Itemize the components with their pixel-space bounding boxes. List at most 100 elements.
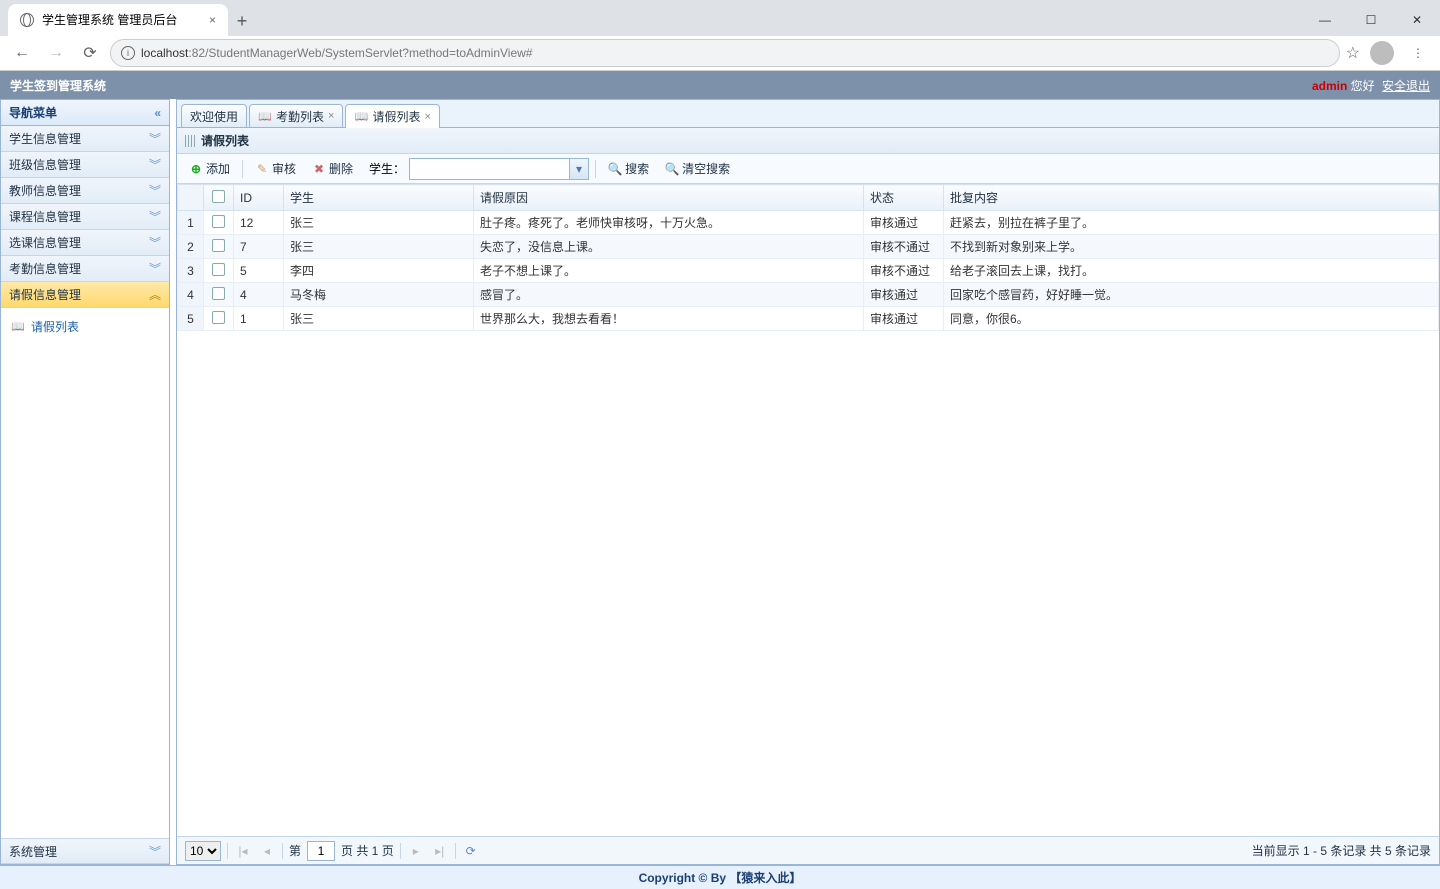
cell-reply: 回家吃个感冒药，好好睡一觉。	[944, 283, 1439, 307]
site-info-icon[interactable]: i	[121, 46, 135, 60]
sidebar-body: 请假列表	[1, 308, 169, 838]
row-checkbox[interactable]	[204, 211, 234, 235]
next-page-button[interactable]: ▸	[407, 842, 425, 860]
row-checkbox[interactable]	[204, 259, 234, 283]
content-area: 欢迎使用考勤列表×请假列表× 请假列表 ⊕添加 ✎审核 ✖删除 学生： ▾ 🔍搜…	[176, 99, 1440, 865]
row-number: 1	[178, 211, 204, 235]
delete-button[interactable]: ✖删除	[306, 158, 359, 179]
dropdown-icon[interactable]: ▾	[569, 158, 589, 180]
globe-icon	[20, 13, 34, 27]
app-title: 学生签到管理系统	[10, 77, 106, 94]
content-tabs: 欢迎使用考勤列表× 请假列表 ×	[177, 100, 1439, 128]
cell-reply: 赶紧去，别拉在裤子里了。	[944, 211, 1439, 235]
browser-menu-button[interactable]: ⋮	[1404, 46, 1432, 60]
header-checkbox[interactable]	[204, 185, 234, 211]
tab-label: 欢迎使用	[190, 108, 238, 125]
cell-student: 马冬梅	[284, 283, 474, 307]
table-row[interactable]: 35李四老子不想上课了。审核不通过给老子滚回去上课，找打。	[178, 259, 1439, 283]
bookmark-icon[interactable]: ☆	[1346, 43, 1360, 63]
greeting-label: 您好	[1351, 79, 1375, 93]
forward-button[interactable]: →	[42, 39, 70, 67]
tree-node-leave-list[interactable]: 请假列表	[7, 314, 163, 339]
column-header[interactable]: 请假原因	[474, 185, 864, 211]
column-header[interactable]: 批复内容	[944, 185, 1439, 211]
content-tab[interactable]: 请假列表 ×	[345, 104, 439, 128]
book-icon	[11, 320, 25, 334]
cell-reason: 老子不想上课了。	[474, 259, 864, 283]
acc-label: 考勤信息管理	[9, 260, 81, 277]
sidebar-item[interactable]: 教师信息管理︾	[1, 178, 169, 204]
prev-page-button[interactable]: ◂	[258, 842, 276, 860]
column-header[interactable]: 学生	[284, 185, 474, 211]
sidebar-item[interactable]: 班级信息管理︾	[1, 152, 169, 178]
last-page-button[interactable]: ▸|	[431, 842, 449, 860]
table-row[interactable]: 44马冬梅感冒了。审核通过回家吃个感冒药，好好睡一觉。	[178, 283, 1439, 307]
row-checkbox[interactable]	[204, 235, 234, 259]
acc-label: 课程信息管理	[9, 208, 81, 225]
page-label-post: 页 共 1 页	[341, 842, 394, 859]
address-bar: ← → ⟳ i localhost:82/StudentManagerWeb/S…	[0, 36, 1440, 71]
content-tab[interactable]: 欢迎使用	[181, 104, 247, 127]
search-button[interactable]: 🔍搜索	[602, 158, 655, 179]
profile-avatar[interactable]	[1370, 41, 1394, 65]
logout-link[interactable]: 安全退出	[1382, 79, 1430, 93]
close-tab-icon[interactable]: ×	[424, 111, 430, 123]
maximize-button[interactable]: ☐	[1348, 4, 1394, 36]
table-row[interactable]: 112张三肚子疼。疼死了。老师快审核呀，十万火急。审核通过赶紧去，别拉在裤子里了…	[178, 211, 1439, 235]
sidebar-title: 导航菜单	[9, 104, 57, 121]
chevron-down-icon: ︾	[149, 156, 161, 173]
close-tab-icon[interactable]: ×	[328, 110, 334, 122]
student-combo[interactable]: ▾	[409, 158, 589, 180]
new-tab-button[interactable]: +	[228, 8, 256, 36]
browser-tab-bar: 学生管理系统 管理员后台 × + — ☐ ✕	[0, 0, 1440, 36]
row-checkbox[interactable]	[204, 283, 234, 307]
tab-label: 请假列表	[372, 108, 420, 125]
cell-student: 张三	[284, 307, 474, 331]
table-row[interactable]: 27张三失恋了，没信息上课。审核不通过不找到新对象别来上学。	[178, 235, 1439, 259]
sidebar-item[interactable]: 学生信息管理 ︾	[1, 126, 169, 152]
minimize-button[interactable]: —	[1302, 4, 1348, 36]
separator	[242, 160, 243, 178]
sidebar-item[interactable]: 选课信息管理 ︾	[1, 230, 169, 256]
clear-search-button[interactable]: 🔍清空搜索	[659, 158, 736, 179]
add-button[interactable]: ⊕添加	[183, 158, 236, 179]
close-tab-icon[interactable]: ×	[209, 13, 216, 27]
audit-button[interactable]: ✎审核	[249, 158, 302, 179]
chevron-down-icon: ︾	[149, 234, 161, 251]
row-number: 5	[178, 307, 204, 331]
cell-status: 审核通过	[864, 307, 944, 331]
collapse-icon[interactable]: «	[154, 106, 161, 120]
row-number: 2	[178, 235, 204, 259]
student-input[interactable]	[409, 158, 569, 180]
page-input[interactable]	[307, 841, 335, 861]
cell-student: 李四	[284, 259, 474, 283]
table-row[interactable]: 51张三世界那么大，我想去看看！审核通过同意，你很6。	[178, 307, 1439, 331]
sidebar: 导航菜单 « 学生信息管理︾班级信息管理︾教师信息管理︾课程信息管理︾选课信息管…	[0, 99, 170, 865]
reload-button[interactable]: ⟳	[76, 39, 104, 67]
cell-reply: 同意，你很6。	[944, 307, 1439, 331]
chevron-down-icon: ︾	[149, 182, 161, 199]
sidebar-item[interactable]: 课程信息管理︾	[1, 204, 169, 230]
column-header[interactable]: 状态	[864, 185, 944, 211]
sidebar-item[interactable]: 考勤信息管理︾	[1, 256, 169, 282]
column-header[interactable]: ID	[234, 185, 284, 211]
chevron-down-icon: ︾	[149, 130, 161, 147]
sidebar-item-system[interactable]: 系统管理 ︾	[1, 838, 169, 864]
acc-label: 选课信息管理	[9, 234, 81, 251]
acc-label: 学生信息管理	[9, 130, 81, 147]
search-icon: 🔍	[665, 162, 679, 176]
close-button[interactable]: ✕	[1394, 4, 1440, 36]
book-icon	[258, 109, 272, 123]
sidebar-item[interactable]: 请假信息管理︽	[1, 282, 169, 308]
browser-tab[interactable]: 学生管理系统 管理员后台 ×	[8, 4, 228, 36]
add-icon: ⊕	[189, 162, 203, 176]
first-page-button[interactable]: |◂	[234, 842, 252, 860]
row-checkbox[interactable]	[204, 307, 234, 331]
delete-icon: ✖	[312, 162, 326, 176]
content-tab[interactable]: 考勤列表×	[249, 104, 343, 127]
back-button[interactable]: ←	[8, 39, 36, 67]
url-input[interactable]: i localhost:82/StudentManagerWeb/SystemS…	[110, 39, 1340, 67]
refresh-button[interactable]: ⟳	[462, 842, 480, 860]
window-controls: — ☐ ✕	[1302, 4, 1440, 36]
page-size-select[interactable]: 10	[185, 841, 221, 861]
